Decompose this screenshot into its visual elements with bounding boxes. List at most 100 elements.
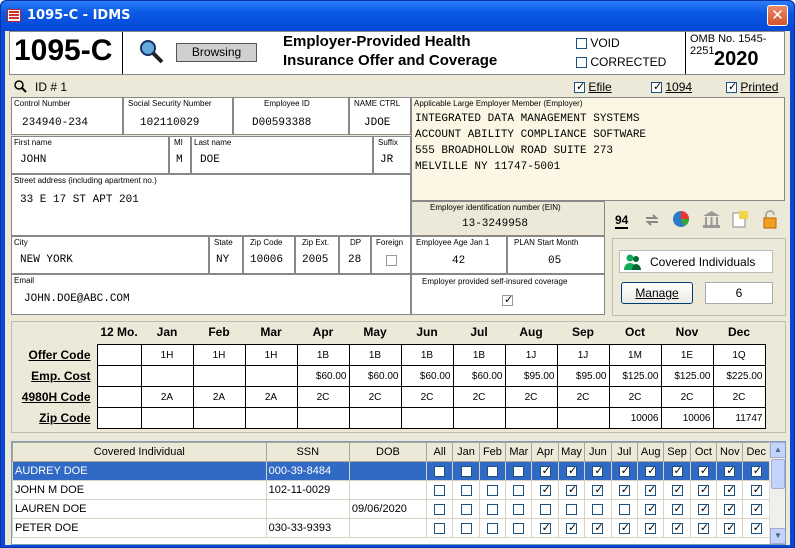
covered-column-header[interactable]: Jul [610, 442, 638, 462]
notes-icon[interactable] [731, 210, 750, 229]
self-insured-checkbox[interactable] [502, 293, 513, 306]
offer-cell[interactable]: 10006 [608, 407, 662, 429]
covered-row[interactable]: PETER DOE 030-33-9393 [12, 518, 770, 538]
scroll-up-icon[interactable]: ▲ [770, 442, 785, 458]
offer-cell[interactable] [96, 365, 142, 387]
covered-row[interactable]: AUDREY DOE 000-39-8484 [12, 461, 770, 481]
coverage-month-checkbox[interactable] [539, 464, 551, 477]
coverage-month-checkbox[interactable] [592, 503, 604, 515]
state-field[interactable]: State NY [209, 236, 243, 274]
suffix-field[interactable]: Suffix JR [373, 136, 411, 174]
offer-cell[interactable]: 2A [244, 386, 298, 408]
last-name-field[interactable]: Last name DOE [191, 136, 373, 174]
coverage-month-checkbox[interactable] [724, 521, 736, 534]
foreign-checkbox[interactable] [386, 254, 397, 266]
city-field[interactable]: City NEW YORK [11, 236, 209, 274]
coverage-month-checkbox[interactable] [486, 484, 498, 496]
covered-column-header[interactable]: Oct [689, 442, 718, 462]
offer-cell[interactable] [296, 407, 350, 429]
coverage-month-checkbox[interactable] [592, 483, 604, 496]
offer-cell[interactable]: $60.00 [400, 365, 454, 387]
offer-cell[interactable] [504, 407, 558, 429]
offer-cell[interactable]: 2C [452, 386, 506, 408]
mi-field[interactable]: MI M [169, 136, 191, 174]
coverage-month-checkbox[interactable] [434, 503, 446, 515]
offer-cell[interactable] [140, 407, 194, 429]
offer-cell[interactable]: 1H [192, 344, 246, 366]
offer-cell[interactable]: 1J [504, 344, 558, 366]
covered-column-header[interactable]: Nov [716, 442, 744, 462]
covered-column-header[interactable]: All [425, 442, 454, 462]
coverage-month-checkbox[interactable] [539, 503, 551, 515]
covered-individuals-button[interactable]: Covered Individuals [619, 250, 773, 273]
offer-cell[interactable]: $95.00 [504, 365, 558, 387]
offer-cell[interactable]: 1B [400, 344, 454, 366]
covered-column-header[interactable]: Apr [531, 442, 559, 462]
scrollbar[interactable]: ▲ ▼ [769, 442, 785, 544]
covered-column-header[interactable]: Covered Individual [12, 442, 267, 462]
coverage-month-checkbox[interactable] [460, 484, 472, 496]
efile-checkbox[interactable]: Efile [574, 80, 612, 94]
offer-cell[interactable]: 2C [400, 386, 454, 408]
offer-cell[interactable]: 1M [608, 344, 662, 366]
employee-age-field[interactable]: Employee Age Jan 1 42 [411, 236, 507, 274]
browsing-button[interactable]: Browsing [176, 43, 257, 62]
offer-cell[interactable]: 1H [244, 344, 298, 366]
employer-address-field[interactable]: Applicable Large Employer Member (Employ… [411, 97, 785, 201]
coverage-month-checkbox[interactable] [750, 464, 762, 477]
coverage-month-checkbox[interactable] [671, 464, 683, 477]
offer-cell[interactable]: 2C [296, 386, 350, 408]
offer-cell[interactable]: 1J [556, 344, 610, 366]
corrected-checkbox[interactable]: CORRECTED [576, 55, 666, 69]
coverage-month-checkbox[interactable] [750, 483, 762, 496]
dp-field[interactable]: DP 28 [339, 236, 371, 274]
offer-cell[interactable]: 2C [712, 386, 766, 408]
coverage-month-checkbox[interactable] [697, 502, 709, 515]
coverage-month-checkbox[interactable] [592, 464, 604, 477]
offer-cell[interactable] [244, 407, 298, 429]
control-number-field[interactable]: Control Number 234940-234 [11, 97, 123, 135]
offer-cell[interactable]: $125.00 [608, 365, 662, 387]
offer-cell[interactable] [348, 407, 402, 429]
offer-cell[interactable]: 2C [608, 386, 662, 408]
offer-cell[interactable]: 1B [452, 344, 506, 366]
offer-cell[interactable]: $60.00 [348, 365, 402, 387]
email-field[interactable]: Email JOHN.DOE@ABC.COM [11, 274, 411, 315]
coverage-month-checkbox[interactable] [724, 464, 736, 477]
offer-cell[interactable] [96, 407, 142, 429]
covered-column-header[interactable]: May [557, 442, 586, 462]
coverage-month-checkbox[interactable] [566, 483, 577, 496]
coverage-month-checkbox[interactable] [697, 464, 709, 477]
find-icon[interactable] [13, 79, 27, 93]
plan-start-field[interactable]: PLAN Start Month 05 [507, 236, 605, 274]
search-icon[interactable] [138, 38, 164, 64]
coverage-month-checkbox[interactable] [618, 483, 630, 496]
offer-cell[interactable]: $225.00 [712, 365, 766, 387]
offer-cell[interactable]: 2C [504, 386, 558, 408]
zip-ext-field[interactable]: Zip Ext. 2005 [295, 236, 339, 274]
coverage-month-checkbox[interactable] [645, 521, 656, 534]
covered-column-header[interactable]: Feb [478, 442, 507, 462]
pie-chart-icon[interactable] [672, 210, 691, 229]
manage-button[interactable]: Manage [621, 282, 693, 304]
coverage-month-checkbox[interactable] [724, 502, 736, 515]
offer-cell[interactable]: 2C [348, 386, 402, 408]
street-field[interactable]: Street address (including apartment no.)… [11, 174, 411, 236]
f1094-checkbox[interactable]: 1094 [651, 80, 692, 94]
coverage-month-checkbox[interactable] [460, 522, 472, 534]
offer-cell[interactable]: $95.00 [556, 365, 610, 387]
covered-row[interactable]: JOHN M DOE 102-11-0029 [12, 480, 770, 500]
offer-cell[interactable]: 2A [140, 386, 194, 408]
coverage-month-checkbox[interactable] [434, 522, 446, 534]
covered-row[interactable]: LAUREN DOE 09/06/2020 [12, 499, 770, 519]
offer-cell[interactable]: 2C [556, 386, 610, 408]
void-checkbox[interactable]: VOID [576, 36, 620, 50]
covered-column-header[interactable]: SSN [265, 442, 350, 462]
offer-cell[interactable] [96, 344, 142, 366]
offer-cell[interactable] [400, 407, 454, 429]
covered-column-header[interactable]: Mar [505, 442, 533, 462]
close-button[interactable]: ✕ [767, 5, 788, 26]
name-ctrl-field[interactable]: NAME CTRL JDOE [349, 97, 411, 135]
coverage-month-checkbox[interactable] [434, 484, 446, 496]
coverage-month-checkbox[interactable] [750, 502, 762, 515]
